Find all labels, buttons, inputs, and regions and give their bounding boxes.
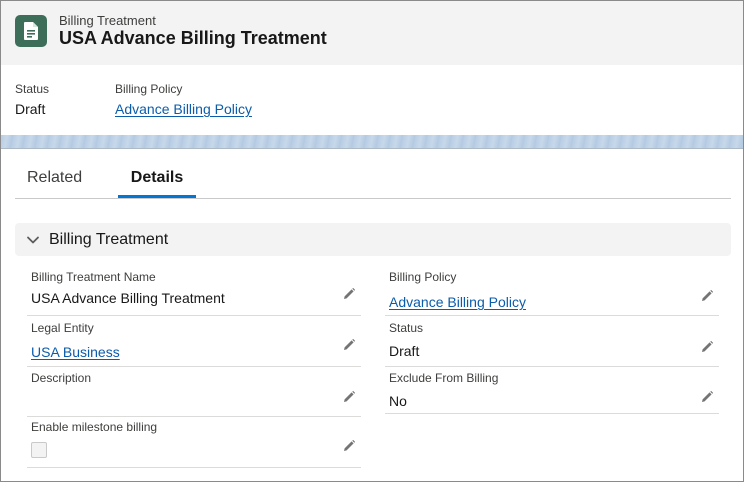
tab-details[interactable]: Details (118, 169, 196, 187)
milestone-billing-checkbox[interactable] (31, 442, 47, 458)
billing-policy-link[interactable]: Advance Billing Policy (389, 294, 526, 310)
active-tab-indicator (118, 195, 196, 198)
pencil-icon[interactable] (699, 389, 715, 405)
highlight-billing-policy: Billing Policy Advance Billing Policy (115, 82, 252, 117)
highlight-status: Status Draft (15, 82, 49, 117)
highlight-status-label: Status (15, 82, 50, 96)
field-description: Description (27, 369, 361, 417)
field-label: Description (31, 371, 92, 385)
pencil-icon[interactable] (699, 339, 715, 355)
field-billing-policy: Billing Policy Advance Billing Policy (385, 268, 719, 316)
tab-related[interactable]: Related (27, 169, 82, 187)
field-value: Draft (389, 343, 420, 359)
record-header: Billing Treatment USA Advance Billing Tr… (1, 1, 743, 65)
field-label: Billing Policy (389, 270, 457, 284)
chevron-down-icon[interactable] (25, 232, 41, 248)
pencil-icon[interactable] (341, 438, 357, 454)
highlight-billing-policy-label: Billing Policy (115, 82, 183, 96)
field-value: USA Advance Billing Treatment (31, 290, 225, 306)
pencil-icon[interactable] (341, 337, 357, 353)
page-title: USA Advance Billing Treatment (59, 28, 327, 48)
section-title: Billing Treatment (49, 230, 169, 248)
highlight-status-value: Draft (15, 101, 46, 117)
document-icon (15, 15, 47, 47)
tab-bar: Related Details (15, 161, 731, 199)
field-label: Exclude From Billing (389, 371, 499, 385)
highlights-panel: Status Draft Billing Policy Advance Bill… (1, 65, 743, 135)
pencil-icon[interactable] (341, 286, 357, 302)
pencil-icon[interactable] (341, 389, 357, 405)
field-legal-entity: Legal Entity USA Business (27, 319, 361, 367)
field-label: Enable milestone billing (31, 420, 158, 434)
decorative-band (1, 135, 743, 149)
field-label: Legal Entity (31, 321, 94, 335)
field-exclude-from-billing: Exclude From Billing No (385, 369, 719, 414)
field-status: Status Draft (385, 319, 719, 367)
legal-entity-link[interactable]: USA Business (31, 344, 120, 360)
field-label: Billing Treatment Name (31, 270, 156, 284)
field-label: Status (389, 321, 424, 335)
highlight-billing-policy-link[interactable]: Advance Billing Policy (115, 101, 252, 117)
field-value: No (389, 393, 407, 409)
object-type-label: Billing Treatment (59, 13, 156, 28)
section-header-billing-treatment[interactable]: Billing Treatment (15, 223, 731, 256)
field-enable-milestone-billing: Enable milestone billing (27, 418, 361, 468)
pencil-icon[interactable] (699, 288, 715, 304)
field-billing-treatment-name: Billing Treatment Name USA Advance Billi… (27, 268, 361, 316)
record-page: Billing Treatment USA Advance Billing Tr… (0, 0, 744, 482)
